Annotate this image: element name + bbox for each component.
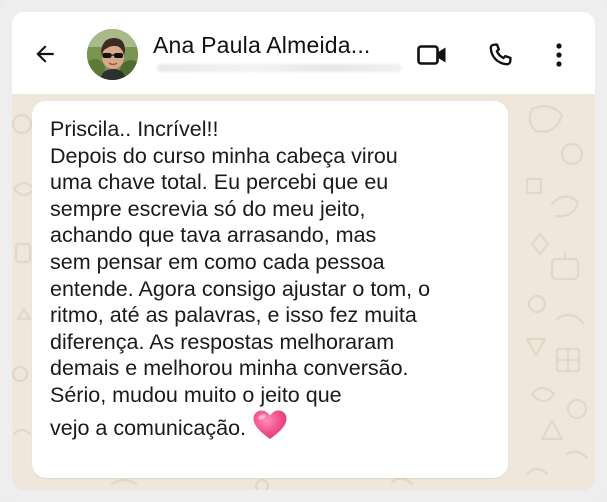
- contact-name[interactable]: Ana Paula Almeida...: [153, 32, 371, 59]
- more-vertical-icon[interactable]: [543, 39, 575, 71]
- message-line: Sério, mudou muito o jeito que: [50, 382, 342, 407]
- contact-status-blurred: [157, 64, 402, 72]
- message-line: demais e melhorou minha conversão.: [50, 356, 409, 381]
- chat-window: Ana Paula Almeida... Priscila.. Incrível…: [12, 12, 595, 490]
- phone-icon[interactable]: [484, 39, 516, 71]
- message-line: vejo a comunicação.: [50, 415, 246, 440]
- chat-area[interactable]: Priscila.. Incrível!! Depois do curso mi…: [12, 94, 595, 490]
- message-line: uma chave total. Eu percebi que eu: [50, 170, 389, 195]
- avatar[interactable]: [87, 29, 138, 80]
- message-line: entende. Agora consigo ajustar o tom, o: [50, 276, 431, 301]
- message-line: Priscila.. Incrível!!: [50, 117, 219, 141]
- message-line: diferença. As respostas melhoraram: [50, 329, 395, 354]
- message-line: sempre escrevia só do meu jeito,: [50, 196, 366, 221]
- message-line: Depois do curso minha cabeça virou: [50, 143, 398, 168]
- message-line: ritmo, até as palavras, e isso fez muita: [50, 303, 417, 328]
- pink-heart-emoji: [252, 409, 288, 448]
- message-bubble[interactable]: Priscila.. Incrível!! Depois do curso mi…: [32, 101, 508, 478]
- screenshot-frame: Ana Paula Almeida... Priscila.. Incrível…: [0, 0, 607, 502]
- arrow-left-icon[interactable]: [30, 39, 60, 69]
- message-line: sem pensar em como cada pessoa: [50, 249, 385, 274]
- video-call-icon[interactable]: [416, 39, 448, 71]
- message-text: Priscila.. Incrível!! Depois do curso mi…: [50, 116, 500, 447]
- message-line: achando que tava arrasando, mas: [50, 223, 377, 248]
- chat-header: Ana Paula Almeida...: [12, 12, 595, 94]
